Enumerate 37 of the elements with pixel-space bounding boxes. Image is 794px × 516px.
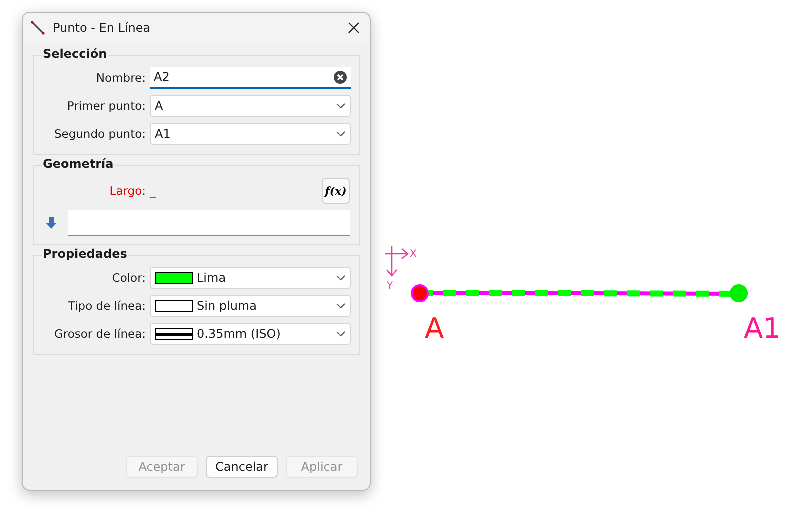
name-field[interactable]: A2: [150, 67, 351, 89]
point-label: A: [425, 312, 444, 345]
chevron-down-icon: [336, 103, 346, 109]
expression-field[interactable]: [68, 210, 350, 236]
formula-button[interactable]: f(x): [322, 178, 350, 204]
chevron-down-icon: [336, 275, 346, 281]
chevron-down-icon: [336, 131, 346, 137]
dialog-button[interactable]: Cancelar: [206, 456, 278, 478]
dropdown[interactable]: Lima: [150, 267, 351, 289]
field-label: Grosor de línea:: [53, 327, 147, 341]
close-button[interactable]: [346, 20, 362, 36]
length-value: _: [150, 184, 156, 198]
axis-drawing: [384, 245, 410, 278]
dropdown[interactable]: Sin pluma: [150, 295, 351, 317]
field-label: Primer punto:: [66, 99, 147, 113]
point-label: A1: [744, 312, 781, 345]
field-label: Largo:: [108, 184, 147, 198]
chevron-down-icon: [336, 303, 346, 309]
dropdown[interactable]: A1: [150, 123, 351, 145]
dropdown[interactable]: A: [150, 95, 351, 117]
line-tool-icon: [31, 21, 45, 35]
window-title: Punto - En Línea: [53, 21, 152, 35]
pen-swatch: [155, 300, 193, 312]
line-width-swatch: [155, 328, 193, 340]
field-label: Tipo de línea:: [67, 299, 147, 313]
axis-label: X: [410, 249, 417, 260]
group-title: Propiedades: [42, 247, 128, 261]
dropdown[interactable]: 0.35mm (ISO): [150, 323, 351, 345]
axis-label: Y: [387, 281, 394, 292]
field-label: Color:: [111, 271, 147, 285]
clear-icon[interactable]: [334, 70, 347, 84]
field-label: Nombre:: [95, 71, 147, 85]
arrow-down-icon[interactable]: [46, 217, 56, 229]
field-label: Segundo punto:: [53, 127, 147, 141]
chevron-down-icon: [336, 331, 346, 337]
group-title: Geometría: [42, 157, 115, 171]
group-title: Selección: [42, 47, 108, 61]
